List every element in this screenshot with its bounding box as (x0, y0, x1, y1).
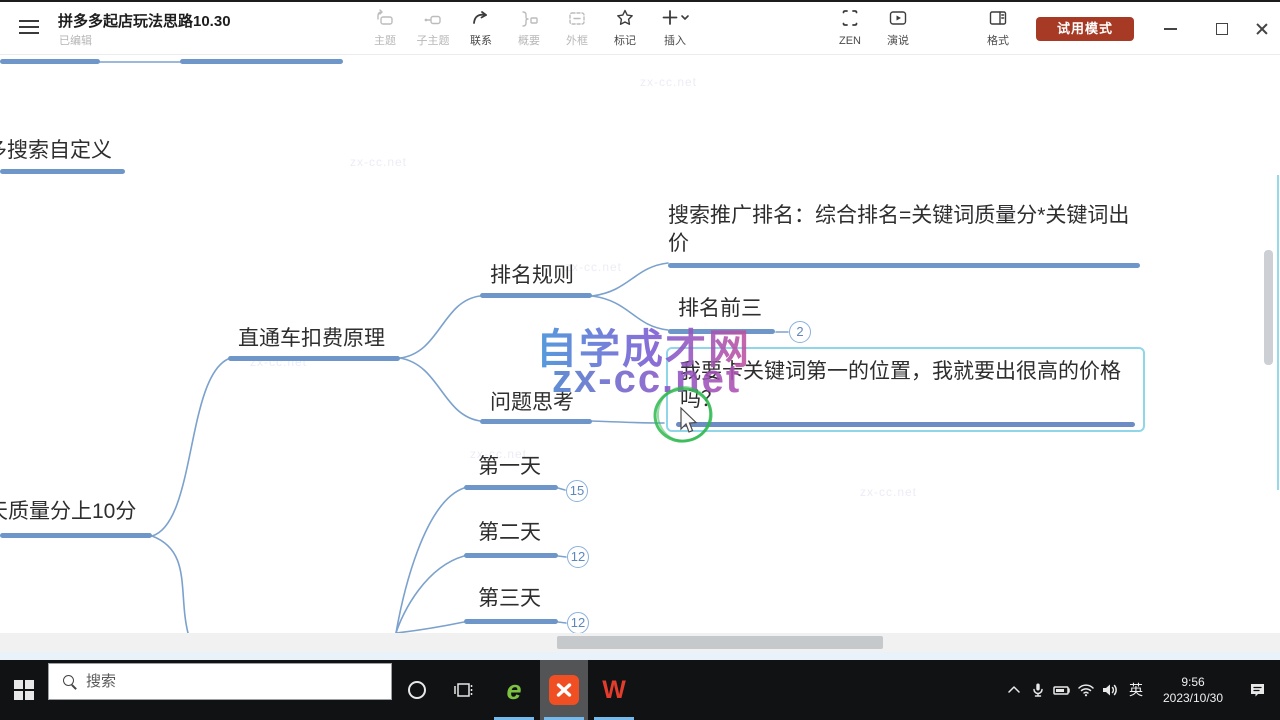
node-underline-clipped-top-1[interactable] (0, 59, 100, 64)
node-ranking-rules[interactable]: 排名规则 (490, 263, 574, 288)
mindmap-canvas[interactable]: zx-cc.net zx-cc.net zx-cc.net zx-cc.net … (0, 55, 1280, 633)
search-input[interactable] (86, 673, 356, 690)
volume-tray-button[interactable] (1098, 660, 1122, 720)
mindmap-app-icon (549, 675, 579, 705)
taskbar-ie-button[interactable]: e (490, 660, 538, 720)
search-icon (63, 675, 77, 689)
summary-icon (504, 8, 554, 30)
trial-mode-button[interactable]: 试用模式 (1036, 17, 1134, 41)
node-count-badge[interactable]: 2 (789, 321, 811, 343)
node-ztc-fee[interactable]: 直通车扣费原理 (238, 326, 385, 351)
insert-plus-icon (650, 8, 700, 30)
node-underline (464, 553, 558, 558)
relation-icon (456, 8, 506, 30)
toolbar-subtopic-button[interactable]: 子主题 (408, 8, 458, 49)
wifi-tray-button[interactable] (1074, 660, 1098, 720)
star-icon (600, 8, 650, 30)
presentation-play-icon (873, 8, 923, 30)
node-search-ranking[interactable]: 搜索推广排名：综合排名=关键词质量分*关键词出价 (668, 202, 1146, 258)
node-underline (480, 293, 592, 298)
input-language-indicator[interactable]: 英 (1122, 680, 1150, 700)
tiled-watermark: zx-cc.net (860, 485, 917, 499)
tray-expand-button[interactable] (1002, 660, 1026, 720)
zen-brackets-icon (825, 8, 875, 30)
taskbar-search-box[interactable] (48, 663, 392, 700)
subtopic-icon (408, 8, 458, 30)
node-underline (480, 419, 592, 424)
start-button[interactable] (0, 660, 48, 720)
toolbar-topic-button[interactable]: 主题 (360, 8, 410, 49)
node-quality-score[interactable]: 天质量分上10分 (0, 499, 136, 524)
node-underline (228, 356, 400, 361)
hamburger-menu-icon[interactable] (19, 20, 39, 36)
node-day1[interactable]: 第一天 (478, 454, 541, 479)
node-underline (464, 485, 558, 490)
toolbar-format-button[interactable]: 格式 (973, 8, 1023, 49)
node-count-badge[interactable]: 12 (567, 546, 589, 568)
topic-icon (360, 8, 410, 30)
document-status: 已编辑 (59, 32, 92, 48)
tiled-watermark: zx-cc.net (350, 155, 407, 169)
action-center-button[interactable] (1236, 660, 1280, 720)
toolbar-boundary-button[interactable]: 外框 (552, 8, 602, 49)
speaker-icon (1101, 682, 1119, 698)
cortana-button[interactable] (396, 660, 438, 720)
wps-icon: W (602, 678, 626, 703)
right-edge-accent (1277, 175, 1279, 490)
vertical-scrollbar[interactable] (1264, 250, 1273, 365)
boundary-icon (552, 8, 602, 30)
notification-icon (1248, 681, 1268, 699)
toolbar-present-button[interactable]: 演说 (873, 8, 923, 49)
node-underline (676, 422, 1135, 427)
microphone-icon (1030, 682, 1046, 698)
close-button[interactable] (1247, 16, 1277, 42)
node-search-custom[interactable]: 多搜索自定义 (0, 138, 112, 163)
system-tray: 英 9:56 2023/10/30 (1002, 660, 1280, 720)
cortana-icon (408, 681, 426, 699)
horizontal-scrollbar-track[interactable] (0, 633, 1280, 652)
windows-taskbar: e W (0, 660, 1280, 720)
taskbar-mindmap-app-button[interactable] (540, 660, 588, 720)
time-label: 9:56 (1181, 675, 1204, 689)
toolbar-insert-button[interactable]: 插入 (650, 8, 700, 49)
node-underline (668, 263, 1140, 268)
node-underline (0, 169, 125, 174)
battery-tray-button[interactable] (1050, 660, 1074, 720)
wifi-icon (1077, 682, 1095, 698)
site-watermark-line2: zx-cc.net (552, 357, 741, 402)
task-view-icon (452, 679, 474, 701)
tiled-watermark: zx-cc.net (640, 75, 697, 89)
minimize-button[interactable] (1155, 16, 1185, 42)
windows-logo-icon (14, 680, 34, 700)
maximize-button[interactable] (1207, 16, 1237, 42)
toolbar-summary-button[interactable]: 概要 (504, 8, 554, 49)
toolbar-mark-button[interactable]: 标记 (600, 8, 650, 49)
node-underline (464, 619, 558, 624)
taskbar-wps-button[interactable]: W (590, 660, 638, 720)
task-view-button[interactable] (440, 660, 486, 720)
internet-explorer-icon: e (506, 677, 521, 704)
app-window: 拼多多起店玩法思路10.30 已编辑 主题 子主题 联系 概要 外框 (0, 0, 1280, 720)
date-label: 2023/10/30 (1163, 691, 1223, 705)
node-count-badge[interactable]: 12 (567, 612, 589, 633)
battery-icon (1052, 682, 1072, 698)
node-underline (0, 533, 152, 538)
horizontal-scrollbar-thumb[interactable] (557, 636, 883, 649)
document-title: 拼多多起店玩法思路10.30 (58, 10, 231, 31)
node-underline-clipped-top-2[interactable] (180, 59, 343, 64)
toolbar-relation-button[interactable]: 联系 (456, 8, 506, 49)
taskbar-clock[interactable]: 9:56 2023/10/30 (1150, 674, 1236, 706)
format-panel-icon (973, 8, 1023, 30)
node-day3[interactable]: 第三天 (478, 586, 541, 611)
chevron-up-icon (1006, 682, 1022, 698)
node-count-badge[interactable]: 15 (566, 480, 588, 502)
titlebar: 拼多多起店玩法思路10.30 已编辑 主题 子主题 联系 概要 外框 (0, 2, 1280, 55)
microphone-tray-button[interactable] (1026, 660, 1050, 720)
node-day2[interactable]: 第二天 (478, 520, 541, 545)
window-bottom-strip (0, 652, 1280, 660)
toolbar-zen-button[interactable]: ZEN (825, 8, 875, 49)
